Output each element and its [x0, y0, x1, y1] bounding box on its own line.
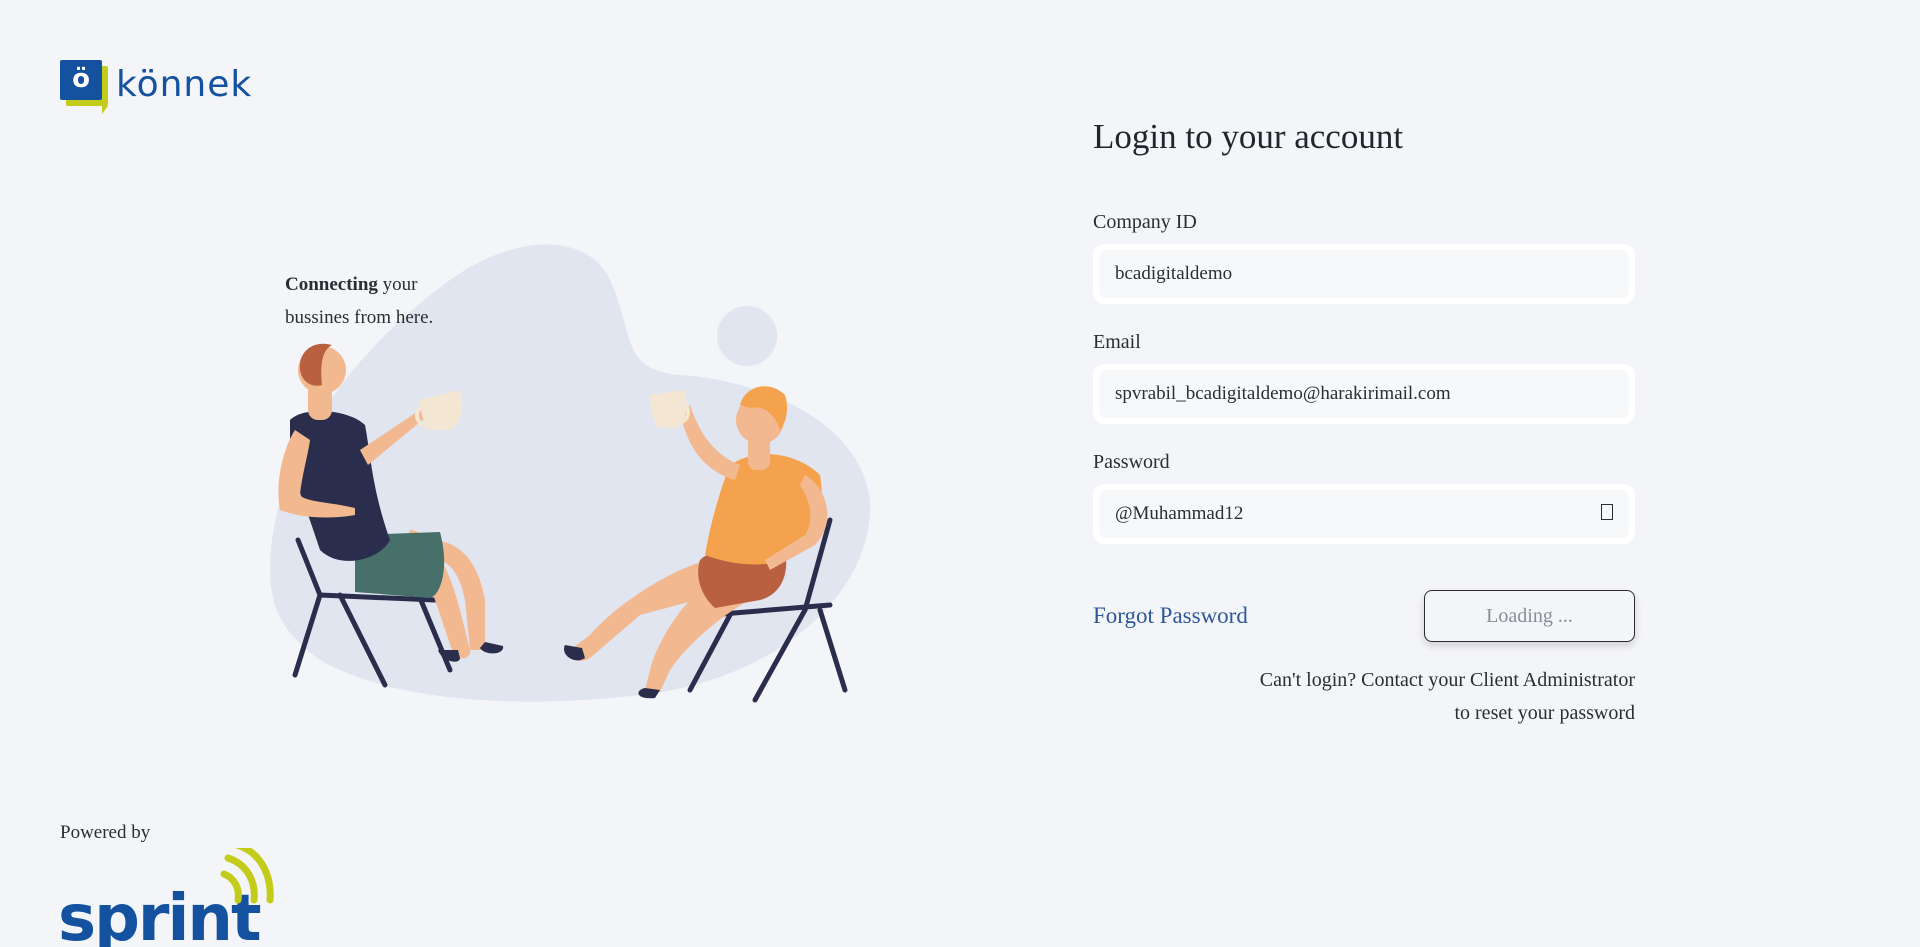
hero-tagline: Connecting your bussines from here. — [285, 268, 433, 334]
sprint-logo: sprint — [58, 848, 274, 947]
email-input[interactable] — [1099, 370, 1629, 418]
password-input[interactable] — [1099, 490, 1629, 538]
eye-icon[interactable] — [1601, 504, 1613, 520]
konnek-logo-text: könnek — [116, 64, 253, 105]
forgot-password-link[interactable]: Forgot Password — [1093, 603, 1248, 629]
sprint-logo-text: sprint — [58, 882, 261, 947]
company-id-label: Company ID — [1093, 211, 1197, 233]
powered-by-label: Powered by — [60, 822, 151, 843]
email-label: Email — [1093, 331, 1141, 353]
company-id-field-wrapper — [1093, 244, 1635, 304]
login-form: Login to your account Company ID Email P… — [1093, 100, 1635, 730]
login-help-text: Can't login? Contact your Client Adminis… — [1093, 664, 1635, 730]
page-title: Login to your account — [1093, 117, 1404, 156]
konnek-logo-mark: ö — [60, 60, 110, 114]
password-field-wrapper — [1093, 484, 1635, 544]
login-button[interactable]: Loading ... — [1424, 590, 1635, 642]
help-line-2: to reset your password — [1454, 702, 1635, 724]
bubble-circle — [717, 306, 777, 366]
company-id-input[interactable] — [1099, 250, 1629, 298]
help-line-1: Can't login? Contact your Client Adminis… — [1259, 669, 1635, 691]
email-field-wrapper — [1093, 364, 1635, 424]
tagline-line-2: bussines from here. — [285, 307, 434, 328]
konnek-logo: ö könnek — [60, 60, 253, 114]
tagline-rest: your — [377, 274, 418, 295]
password-label: Password — [1093, 451, 1170, 473]
form-actions: Forgot Password Loading ... — [1093, 590, 1635, 642]
login-page: ö könnek Connecting your bussines from h… — [0, 0, 1920, 947]
tagline-bold: Connecting — [285, 274, 378, 295]
